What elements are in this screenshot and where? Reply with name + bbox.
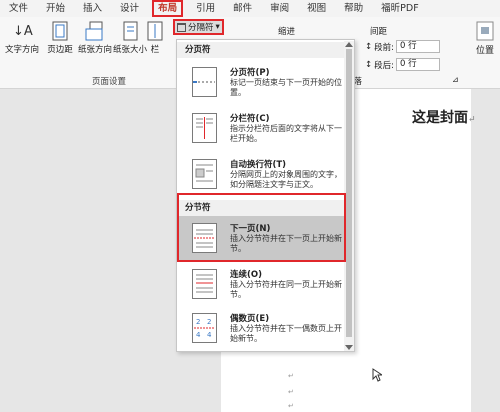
highlight-box	[177, 193, 346, 262]
columns-button[interactable]: 栏	[140, 21, 170, 55]
text-wrapping-break-item[interactable]: 自动换行符(T) 分隔网页上的对象周围的文字，如分隔题注文字与正文。	[179, 152, 345, 198]
column-break-icon	[192, 113, 217, 143]
margins-button[interactable]: 页边距	[40, 21, 80, 55]
breaks-label: 分隔符	[188, 23, 214, 33]
text-direction-icon: ↓A	[11, 21, 33, 41]
continuous-item[interactable]: 连续(O) 插入分节符并在同一页上开始新节。	[179, 262, 345, 308]
size-icon	[119, 21, 141, 41]
columns-label: 栏	[150, 45, 160, 55]
paragraph-launcher-icon[interactable]: ⊿	[452, 75, 459, 84]
even-page-item[interactable]: 2244 偶数页(E) 插入分节符并在下一偶数页上开始新节。	[179, 306, 345, 352]
text-wrapping-break-icon	[192, 159, 217, 189]
spacing-after-field[interactable]: 0 行	[396, 58, 440, 71]
column-break-desc: 指示分栏符后面的文字将从下一栏开始。	[230, 124, 342, 143]
even-page-desc: 插入分节符并在下一偶数页上开始新节。	[230, 324, 342, 343]
margins-label: 页边距	[47, 45, 73, 55]
menu-bar: 文件 开始 插入 设计 布局 引用 邮件 审阅 视图 帮助 福昕PDF	[0, 0, 500, 17]
scroll-down-icon[interactable]	[345, 345, 353, 350]
spacing-before-icon: ↕	[365, 41, 373, 52]
menu-mailings[interactable]: 邮件	[224, 0, 261, 17]
position-icon	[475, 21, 495, 41]
page-break-title: 分页符(P)	[230, 68, 270, 78]
menu-foxit-pdf[interactable]: 福昕PDF	[372, 0, 428, 17]
orientation-label: 纸张方向	[77, 45, 112, 55]
text-wrapping-break-title: 自动换行符(T)	[230, 160, 287, 170]
svg-text:2: 2	[196, 318, 200, 326]
menu-file[interactable]: 文件	[0, 0, 37, 17]
spacing-before-label: 段前:	[374, 42, 394, 53]
menu-references[interactable]: 引用	[187, 0, 224, 17]
spacing-after-label: 段后:	[374, 60, 394, 71]
margins-icon	[49, 21, 71, 41]
text-direction-label: 文字方向	[4, 45, 39, 55]
svg-text:↓A: ↓A	[13, 24, 33, 39]
text-wrapping-break-desc: 分隔网页上的对象周围的文字，如分隔题注文字与正文。	[230, 170, 342, 189]
page-break-item[interactable]: 分页符(P) 标记一页结束与下一页开始的位置。	[179, 60, 345, 106]
menu-help[interactable]: 帮助	[335, 0, 372, 17]
indent-label: 缩进	[278, 27, 296, 37]
text-direction-button[interactable]: ↓A 文字方向	[2, 21, 42, 55]
orientation-icon	[84, 21, 106, 41]
orientation-button[interactable]: 纸张方向	[75, 21, 115, 55]
paragraph-mark: ↵	[288, 388, 294, 396]
position-label: 位置	[475, 46, 494, 56]
paragraph-mark: ↵	[288, 372, 294, 380]
menu-review[interactable]: 审阅	[261, 0, 298, 17]
menu-layout[interactable]: 布局	[152, 0, 184, 17]
paragraph-mark: ↵	[288, 402, 294, 410]
menu-design[interactable]: 设计	[111, 0, 148, 17]
menu-view[interactable]: 视图	[298, 0, 335, 17]
page-breaks-header: 分页符	[177, 42, 347, 58]
even-page-title: 偶数页(E)	[230, 314, 270, 324]
position-button[interactable]: 位置	[470, 21, 500, 56]
continuous-desc: 插入分节符并在同一页上开始新节。	[230, 280, 342, 299]
column-break-item[interactable]: 分栏符(C) 指示分栏符后面的文字将从下一栏开始。	[179, 106, 345, 152]
spacing-after-row: ↕ 段后: 0 行	[365, 58, 440, 71]
page-title: 这是封面↵	[412, 110, 476, 126]
spacing-before-row: ↕ 段前: 0 行	[365, 40, 440, 53]
page-break-icon	[192, 67, 217, 97]
column-break-title: 分栏符(C)	[230, 114, 270, 124]
svg-text:2: 2	[207, 318, 211, 326]
page-setup-group-label: 页面设置	[92, 77, 127, 87]
spacing-after-icon: ↕	[365, 59, 373, 70]
spacing-before-field[interactable]: 0 行	[396, 40, 440, 53]
columns-icon	[144, 21, 166, 41]
scrollbar-thumb[interactable]	[346, 49, 352, 337]
continuous-title: 连续(O)	[230, 270, 262, 280]
spacing-label: 间距	[370, 27, 388, 37]
chevron-down-icon: ▾	[215, 22, 220, 32]
breaks-icon	[177, 22, 186, 32]
svg-text:4: 4	[196, 331, 201, 339]
page-break-desc: 标记一页结束与下一页开始的位置。	[230, 78, 342, 97]
mouse-cursor-icon	[372, 368, 384, 385]
svg-text:4: 4	[207, 331, 212, 339]
menu-home[interactable]: 开始	[37, 0, 74, 17]
even-page-icon: 2244	[192, 313, 217, 343]
continuous-icon	[192, 269, 217, 299]
menu-insert[interactable]: 插入	[74, 0, 111, 17]
breaks-button[interactable]: 分隔符 ▾	[173, 19, 224, 35]
scroll-up-icon[interactable]	[345, 42, 353, 47]
